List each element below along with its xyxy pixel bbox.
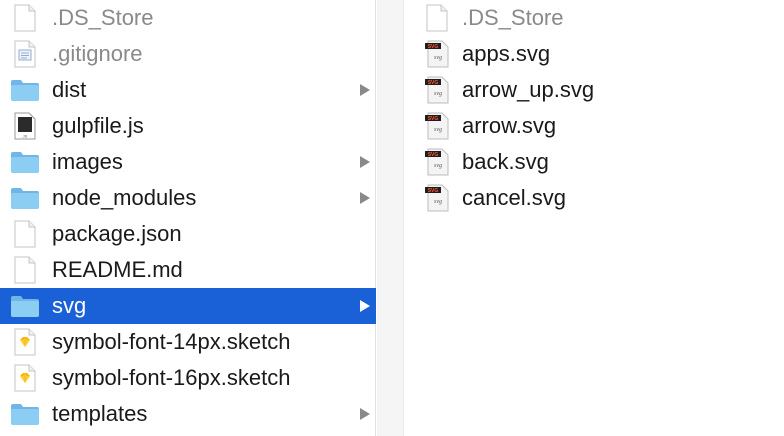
file-name: .DS_Store [462, 5, 564, 30]
file-row-sketch-16[interactable]: symbol-font-16px.sketch [0, 360, 376, 396]
folder-row-svg[interactable]: svg [0, 288, 376, 324]
folder-icon [10, 290, 40, 322]
svg-script-text: svg [434, 163, 442, 169]
folder-name: svg [52, 293, 87, 318]
blank-file-icon [10, 254, 40, 286]
blank-file-icon [422, 2, 452, 34]
svg-badge-text: SVG [428, 116, 439, 122]
text-file-icon [10, 38, 40, 70]
disclosure-arrow-icon [360, 156, 370, 168]
file-row-readme[interactable]: README.md [0, 252, 376, 288]
file-name: .gitignore [52, 41, 143, 66]
file-row-apps-svg[interactable]: SVG svg apps.svg [405, 36, 784, 72]
svg-file-icon: SVG svg [422, 110, 452, 142]
file-row-gitignore[interactable]: .gitignore [0, 36, 376, 72]
svg-file-icon: SVG svg [422, 38, 452, 70]
disclosure-arrow-icon [360, 408, 370, 420]
folder-row-dist[interactable]: dist [0, 72, 376, 108]
file-row-gulpfile[interactable]: JS gulpfile.js [0, 108, 376, 144]
column-divider[interactable] [377, 0, 404, 436]
file-name: symbol-font-14px.sketch [52, 329, 291, 354]
file-row-arrow-up-svg[interactable]: SVG svg arrow_up.svg [405, 72, 784, 108]
folder-icon [10, 74, 40, 106]
file-name: symbol-font-16px.sketch [52, 365, 291, 390]
finder-column-project: .DS_Store .gitignore dist JS gulpfile.js… [0, 0, 376, 436]
sketch-file-icon [10, 326, 40, 358]
file-row-cancel-svg[interactable]: SVG svg cancel.svg [405, 180, 784, 216]
svg-badge-text: SVG [428, 44, 439, 50]
file-name: arrow_up.svg [462, 77, 595, 102]
file-row-sketch-14[interactable]: symbol-font-14px.sketch [0, 324, 376, 360]
file-row-arrow-svg[interactable]: SVG svg arrow.svg [405, 108, 784, 144]
disclosure-arrow-icon [360, 192, 370, 204]
folder-name: images [52, 149, 123, 174]
file-name: .DS_Store [52, 5, 154, 30]
svg-file-icon: SVG svg [422, 74, 452, 106]
disclosure-arrow-icon [360, 84, 370, 96]
folder-icon [10, 398, 40, 430]
folder-row-node-modules[interactable]: node_modules [0, 180, 376, 216]
js-badge-text: JS [23, 134, 28, 139]
file-row-package-json[interactable]: package.json [0, 216, 376, 252]
svg-badge-text: SVG [428, 80, 439, 86]
disclosure-arrow-icon [360, 300, 370, 312]
folder-row-images[interactable]: images [0, 144, 376, 180]
svg-file-icon: SVG svg [422, 182, 452, 214]
folder-name: dist [52, 77, 87, 102]
file-name: apps.svg [462, 41, 551, 66]
sketch-file-icon [10, 362, 40, 394]
folder-row-templates[interactable]: templates [0, 396, 376, 432]
blank-file-icon [10, 218, 40, 250]
folder-name: templates [52, 401, 148, 426]
file-row-back-svg[interactable]: SVG svg back.svg [405, 144, 784, 180]
svg-script-text: svg [434, 55, 442, 61]
blank-file-icon [10, 2, 40, 34]
folder-icon [10, 146, 40, 178]
file-name: arrow.svg [462, 113, 557, 138]
file-name: back.svg [462, 149, 549, 174]
svg-script-text: svg [434, 127, 442, 133]
file-name: gulpfile.js [52, 113, 144, 138]
svg-script-text: svg [434, 91, 442, 97]
folder-name: node_modules [52, 185, 197, 210]
file-name: README.md [52, 257, 183, 282]
folder-icon [10, 182, 40, 214]
file-row-ds-store[interactable]: .DS_Store [405, 0, 784, 36]
svg-file-icon: SVG svg [422, 146, 452, 178]
file-name: package.json [52, 221, 182, 246]
file-row-ds-store[interactable]: .DS_Store [0, 0, 376, 36]
svg-badge-text: SVG [428, 188, 439, 194]
finder-column-svg: .DS_Store SVG svg apps.svg SVG svg arrow_u… [405, 0, 784, 436]
file-name: cancel.svg [462, 185, 566, 210]
js-file-icon: JS [10, 110, 40, 142]
svg-script-text: svg [434, 199, 442, 205]
svg-badge-text: SVG [428, 152, 439, 158]
